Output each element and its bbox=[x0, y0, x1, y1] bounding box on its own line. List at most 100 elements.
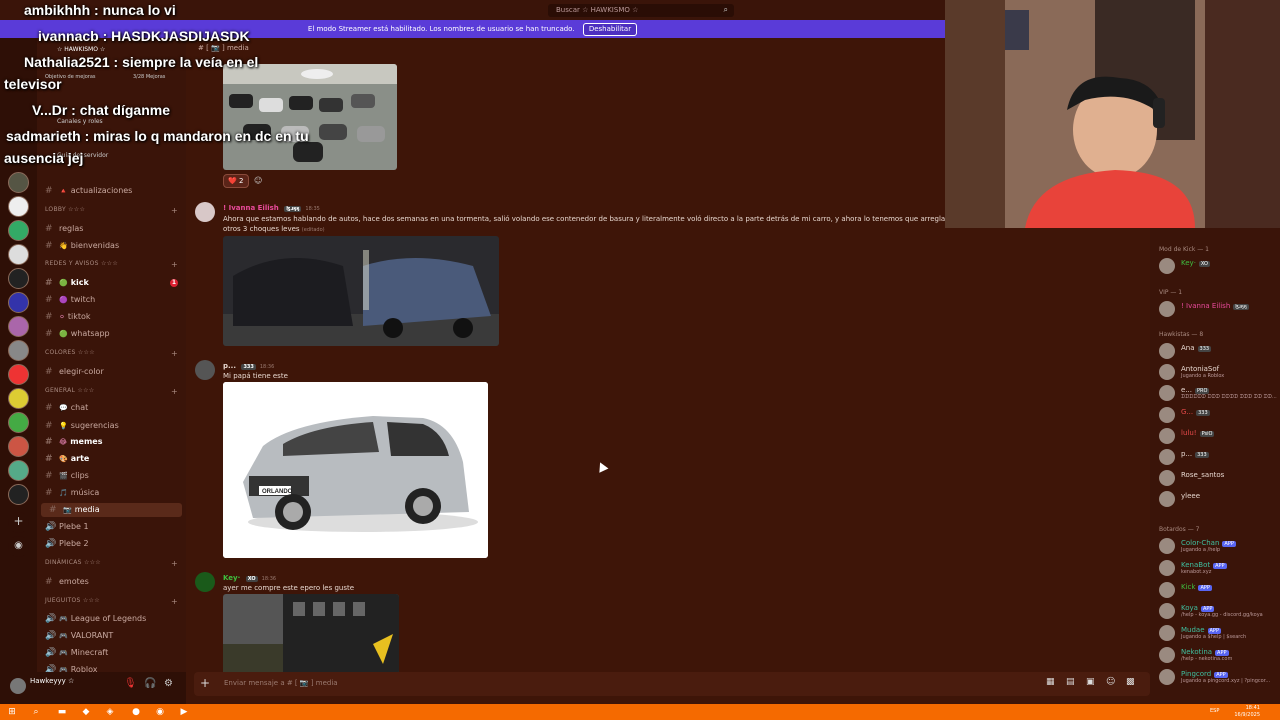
reaction-heart[interactable]: ❤️ 2 bbox=[223, 174, 249, 188]
mic-muted-icon[interactable]: 🎙 bbox=[124, 678, 137, 689]
search-box[interactable]: Buscar ☆ HAWKISMO ☆ ⌕ bbox=[548, 4, 734, 17]
server-icon[interactable] bbox=[8, 460, 29, 481]
author-name[interactable]: Key· bbox=[223, 574, 240, 582]
headphones-icon[interactable]: 🎧 bbox=[144, 678, 156, 689]
add-attachment-icon[interactable]: + bbox=[200, 676, 210, 690]
channel-item[interactable]: # 🟣 twitch bbox=[37, 293, 186, 307]
avatar[interactable] bbox=[10, 678, 26, 694]
message-author[interactable]: ! Ivanna Eilish ɮɹӄӄ 18:35 bbox=[223, 204, 320, 212]
windows-start-icon[interactable]: ⊞ bbox=[6, 706, 18, 718]
add-channel-icon[interactable]: + bbox=[171, 260, 178, 269]
channel-item[interactable]: # 📷 media bbox=[41, 503, 182, 517]
avatar[interactable] bbox=[195, 202, 215, 222]
search-icon[interactable]: ⌕ bbox=[30, 706, 42, 718]
channel-voice-item[interactable]: 🔊 🎮 League of Legends bbox=[37, 612, 186, 626]
channels-roles-link[interactable]: Canales y roles bbox=[57, 118, 103, 125]
add-channel-icon[interactable]: + bbox=[171, 349, 178, 358]
channel-category[interactable]: DINÁMICAS ☆☆☆ + bbox=[45, 559, 178, 568]
gift-icon[interactable]: ▦ bbox=[1046, 677, 1055, 687]
discord-icon[interactable]: ◉ bbox=[154, 706, 166, 718]
member-item[interactable]: G... 333 bbox=[1159, 406, 1279, 423]
channel-item[interactable]: # reglas bbox=[37, 222, 186, 236]
author-name[interactable]: p... bbox=[223, 362, 236, 370]
add-reaction-icon[interactable]: ☺ bbox=[254, 176, 262, 185]
apps-icon[interactable]: ▩ bbox=[1126, 677, 1135, 687]
clock[interactable]: 18:41 16/9/2025 bbox=[1230, 705, 1260, 719]
attachment-image-chevrolet[interactable]: ORLANDO bbox=[223, 382, 488, 558]
member-item[interactable]: Koya APP/help - koya.gg - discord.gg/koya bbox=[1159, 603, 1279, 620]
member-item[interactable]: e... PRO ᗪᗪᗪᗪᗪᗪ ᗪᗪᗪ ᗪᗪᗪᗪ ᗪᗪᗪ ᗪᗪ ᗪᗪ... bbox=[1159, 385, 1279, 402]
sticker-icon[interactable]: ▣ bbox=[1086, 677, 1095, 687]
channel-voice-item[interactable]: 🔊 Plebe 1 bbox=[37, 520, 186, 534]
member-item[interactable]: Ana 333 bbox=[1159, 343, 1279, 359]
author-name[interactable]: ! Ivanna Eilish bbox=[223, 204, 279, 212]
server-icon[interactable] bbox=[8, 436, 29, 457]
server-icon[interactable] bbox=[8, 316, 29, 337]
channel-category[interactable]: GENERAL ☆☆☆ + bbox=[45, 387, 178, 396]
file-explorer-icon[interactable]: ▬ bbox=[56, 706, 68, 718]
channel-item[interactable]: # 😂 memes bbox=[37, 435, 186, 449]
member-item[interactable]: Mudae APP Jugando a $help | $search bbox=[1159, 625, 1279, 642]
channel-item[interactable]: # emotes bbox=[37, 575, 186, 589]
explore-icon[interactable]: ◉ bbox=[8, 536, 29, 557]
member-item[interactable]: AntoniaSof Jugando a Roblox bbox=[1159, 364, 1279, 381]
channel-voice-item[interactable]: 🔊 🎮 VALORANT bbox=[37, 629, 186, 643]
channel-category[interactable]: LOBBY ☆☆☆ + bbox=[45, 206, 178, 215]
add-channel-icon[interactable]: + bbox=[171, 206, 178, 215]
member-item[interactable]: Key· XO bbox=[1159, 258, 1279, 274]
channel-item[interactable]: # 🎨 arte bbox=[37, 452, 186, 466]
obs-icon[interactable]: ● bbox=[130, 706, 142, 718]
channel-voice-item[interactable]: 🔊 🎮 Minecraft bbox=[37, 646, 186, 660]
youtube-icon[interactable]: ▶ bbox=[178, 706, 190, 718]
member-item[interactable]: Nekotina APP/help - nekotina.com bbox=[1159, 647, 1279, 663]
channel-item[interactable]: # elegir-color bbox=[37, 365, 186, 379]
channel-item[interactable]: # 💬 chat bbox=[37, 401, 186, 415]
language-indicator[interactable]: ESP bbox=[1210, 708, 1219, 714]
attachment-image-car-crash[interactable] bbox=[223, 236, 499, 346]
member-item[interactable]: lulu! PsiO bbox=[1159, 427, 1279, 444]
channel-voice-item[interactable]: 🔊 Plebe 2 bbox=[37, 537, 186, 551]
member-item[interactable]: Rose_santos bbox=[1159, 470, 1279, 487]
channel-item[interactable]: # 💡 sugerencias bbox=[37, 419, 186, 433]
member-item[interactable]: p... 333 bbox=[1159, 449, 1279, 465]
server-name[interactable]: ☆ HAWKISMO ☆ bbox=[57, 46, 105, 53]
channel-item[interactable]: # 👋 bienvenidas bbox=[37, 239, 186, 253]
brave-browser-icon[interactable]: ◆ bbox=[80, 706, 92, 718]
member-item[interactable]: Color-Chan APP Jugando a /help bbox=[1159, 538, 1279, 554]
gear-icon[interactable]: ⚙ bbox=[164, 678, 173, 689]
server-icon[interactable] bbox=[8, 292, 29, 313]
message-author[interactable]: p... 333 18:36 bbox=[223, 362, 274, 370]
server-icon[interactable] bbox=[8, 172, 29, 193]
server-icon[interactable] bbox=[8, 364, 29, 385]
message-composer[interactable]: + Enviar mensaje a # [ 📷 ] media ▦ ▤ ▣ ☺… bbox=[194, 672, 1150, 696]
server-icon[interactable] bbox=[8, 220, 29, 241]
emoji-icon[interactable]: ☺ bbox=[1106, 677, 1115, 687]
add-channel-icon[interactable]: + bbox=[171, 387, 178, 396]
attachment-image-car-new[interactable] bbox=[223, 594, 399, 672]
server-icon[interactable] bbox=[8, 196, 29, 217]
member-item[interactable]: Kick APP bbox=[1159, 581, 1279, 598]
server-icon[interactable] bbox=[8, 340, 29, 361]
channel-item[interactable]: # 🎵 música bbox=[37, 486, 186, 500]
channel-category[interactable]: REDES Y AVISOS ☆☆☆ + bbox=[45, 260, 178, 269]
channel-item[interactable]: # 🎬 clips bbox=[37, 469, 186, 483]
channel-item[interactable]: # 🟢 whatsapp bbox=[37, 327, 186, 341]
app-icon[interactable]: ◈ bbox=[104, 706, 116, 718]
channel-item[interactable]: # ⚪ tiktok bbox=[37, 310, 186, 324]
channel-category[interactable]: COLORES ☆☆☆ + bbox=[45, 349, 178, 358]
channel-category[interactable]: JUEGUITOS ☆☆☆ + bbox=[45, 597, 178, 606]
avatar[interactable] bbox=[195, 572, 215, 592]
channel-item[interactable]: # 🔺 actualizaciones bbox=[37, 184, 186, 198]
avatar[interactable] bbox=[195, 360, 215, 380]
member-item[interactable]: ! Ivanna Eilish ɮɹӄӄ bbox=[1159, 301, 1279, 317]
message-author[interactable]: Key· XO 18:36 bbox=[223, 574, 276, 582]
server-icon[interactable] bbox=[8, 244, 29, 265]
server-icon[interactable] bbox=[8, 268, 29, 289]
gif-icon[interactable]: ▤ bbox=[1066, 677, 1075, 687]
channel-item[interactable]: # 🟢 kick 1 bbox=[37, 276, 186, 290]
add-channel-icon[interactable]: + bbox=[171, 559, 178, 568]
member-item[interactable]: KenaBot APP kenabot.xyz bbox=[1159, 559, 1279, 576]
add-server-icon[interactable]: + bbox=[8, 512, 29, 533]
add-channel-icon[interactable]: + bbox=[171, 597, 178, 606]
server-icon[interactable] bbox=[8, 412, 29, 433]
